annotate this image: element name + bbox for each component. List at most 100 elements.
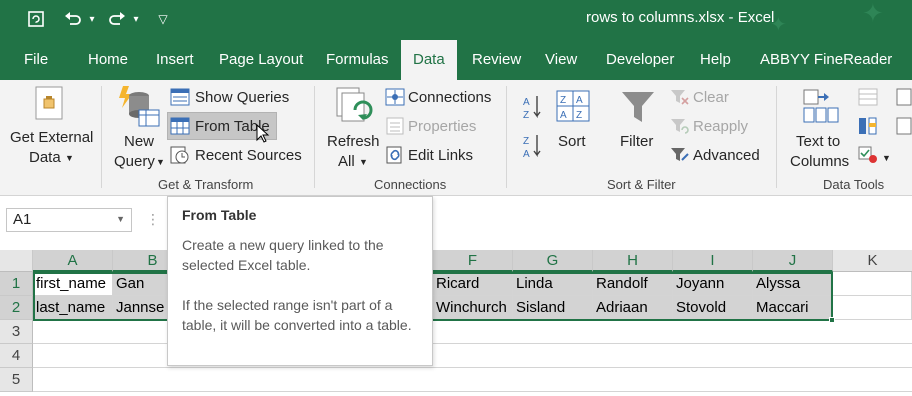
from-table-icon[interactable]: [170, 117, 190, 139]
sort-a-to-z-icon[interactable]: AZ: [522, 94, 544, 124]
edit-links-button[interactable]: Edit Links: [408, 146, 473, 166]
refresh-all-line2[interactable]: All: [338, 152, 355, 172]
cell-k1[interactable]: [833, 272, 912, 296]
chevron-down-icon: ▼: [116, 214, 125, 224]
tab-view[interactable]: View: [533, 40, 589, 80]
svg-text:A: A: [523, 149, 530, 159]
get-external-data-icon[interactable]: [32, 85, 68, 125]
what-if-icon[interactable]: [896, 117, 912, 139]
sort-z-to-a-icon[interactable]: ZA: [522, 133, 544, 163]
tab-file[interactable]: File: [12, 40, 60, 80]
svg-text:Z: Z: [560, 95, 566, 106]
cell-k2[interactable]: [833, 296, 912, 320]
properties-button: Properties: [408, 118, 477, 135]
advanced-button[interactable]: Advanced: [693, 146, 760, 166]
show-queries-button[interactable]: Show Queries: [195, 88, 289, 108]
svg-text:Z: Z: [523, 110, 529, 120]
decorative-leaf-icon: ✦: [862, 0, 884, 28]
refresh-all-line1[interactable]: Refresh: [327, 132, 380, 152]
svg-text:A: A: [560, 110, 567, 121]
name-box-value: A1: [13, 211, 32, 228]
new-query-line1[interactable]: New: [124, 132, 154, 152]
column-header[interactable]: J: [753, 250, 833, 272]
group-separator: [776, 86, 777, 188]
selection-outline: [33, 272, 833, 321]
remove-duplicates-icon[interactable]: [858, 117, 878, 139]
clear-filter-icon: [670, 88, 690, 110]
column-header[interactable]: A: [33, 250, 113, 272]
empty-row[interactable]: [33, 344, 912, 368]
autosave-icon[interactable]: [24, 8, 48, 30]
reapply-button: Reapply: [693, 118, 749, 135]
column-header[interactable]: H: [593, 250, 673, 272]
tab-abbyy[interactable]: ABBYY FineReader 11: [748, 40, 912, 108]
svg-text:A: A: [523, 97, 530, 108]
filter-icon[interactable]: [621, 90, 655, 130]
clear-button: Clear: [693, 89, 729, 106]
new-query-icon[interactable]: [115, 84, 161, 132]
row-header[interactable]: 3: [0, 320, 33, 344]
consolidate-icon[interactable]: [896, 88, 912, 110]
get-external-data-line1[interactable]: Get External: [10, 128, 93, 148]
advanced-filter-icon[interactable]: [670, 146, 690, 168]
tab-insert[interactable]: Insert: [144, 40, 206, 80]
tooltip-body: Create a new query linked to the selecte…: [182, 237, 384, 273]
name-box[interactable]: A1 ▼: [6, 208, 132, 232]
text-to-columns-line1[interactable]: Text to: [796, 132, 840, 152]
get-external-data-line2[interactable]: Data: [29, 148, 61, 168]
group-label-sort-filter: Sort & Filter: [607, 177, 676, 192]
tab-page-layout[interactable]: Page Layout: [207, 40, 315, 80]
filter-button[interactable]: Filter: [620, 132, 653, 152]
svg-text:A: A: [576, 95, 583, 106]
svg-text:Z: Z: [523, 136, 529, 147]
group-separator: [506, 86, 507, 188]
row-header[interactable]: 5: [0, 368, 33, 392]
connections-icon[interactable]: [385, 88, 405, 110]
sort-button[interactable]: Sort: [558, 132, 586, 152]
tab-help[interactable]: Help: [688, 40, 743, 80]
refresh-all-icon[interactable]: [333, 86, 373, 134]
empty-row[interactable]: [33, 368, 912, 392]
tab-home[interactable]: Home: [76, 40, 140, 80]
row-header[interactable]: 2: [0, 296, 33, 320]
fill-handle[interactable]: [829, 317, 835, 323]
chevron-down-icon: ▼: [156, 157, 165, 167]
customize-qat-icon[interactable]: ▽: [155, 8, 171, 30]
undo-icon[interactable]: [62, 8, 84, 30]
column-header[interactable]: I: [673, 250, 753, 272]
decorative-leaf-icon: ✦: [770, 14, 787, 36]
tab-developer[interactable]: Developer: [594, 40, 686, 80]
sort-icon[interactable]: ZAAZ: [556, 90, 590, 126]
new-query-line2[interactable]: Query: [114, 152, 155, 172]
row-header[interactable]: 1: [0, 272, 33, 296]
chevron-down-icon: ▼: [65, 153, 74, 163]
connections-button[interactable]: Connections: [408, 88, 491, 108]
svg-text:Z: Z: [576, 110, 582, 121]
tab-formulas[interactable]: Formulas: [314, 40, 401, 80]
formula-bar-grip-icon: ⋮: [146, 211, 160, 227]
title-bar: ▾ ▾ ▽ rows to columns.xlsx - Excel ✦ ✦: [0, 0, 912, 40]
recent-sources-button[interactable]: Recent Sources: [195, 146, 302, 166]
data-validation-icon[interactable]: [858, 146, 878, 168]
recent-sources-icon[interactable]: [170, 146, 190, 168]
group-separator: [101, 86, 102, 188]
tab-data[interactable]: Data: [401, 40, 457, 80]
column-header[interactable]: F: [433, 250, 513, 272]
select-all-corner[interactable]: [0, 250, 33, 272]
group-label-data-tools: Data Tools: [823, 177, 885, 192]
row-header[interactable]: 4: [0, 344, 33, 368]
empty-row[interactable]: [33, 320, 912, 344]
redo-dropdown-icon[interactable]: ▾: [130, 8, 142, 30]
tab-review[interactable]: Review: [460, 40, 533, 80]
redo-icon[interactable]: [106, 8, 128, 30]
chevron-down-icon: ▼: [359, 157, 368, 167]
window-title: rows to columns.xlsx - Excel: [586, 9, 775, 26]
flash-fill-icon[interactable]: [858, 88, 878, 110]
text-to-columns-line2[interactable]: Columns: [790, 152, 849, 172]
show-queries-icon[interactable]: [170, 88, 190, 110]
column-header[interactable]: G: [513, 250, 593, 272]
column-header[interactable]: K: [833, 250, 912, 272]
undo-dropdown-icon[interactable]: ▾: [86, 8, 98, 30]
text-to-columns-icon[interactable]: [800, 88, 840, 128]
edit-links-icon[interactable]: [385, 146, 405, 168]
